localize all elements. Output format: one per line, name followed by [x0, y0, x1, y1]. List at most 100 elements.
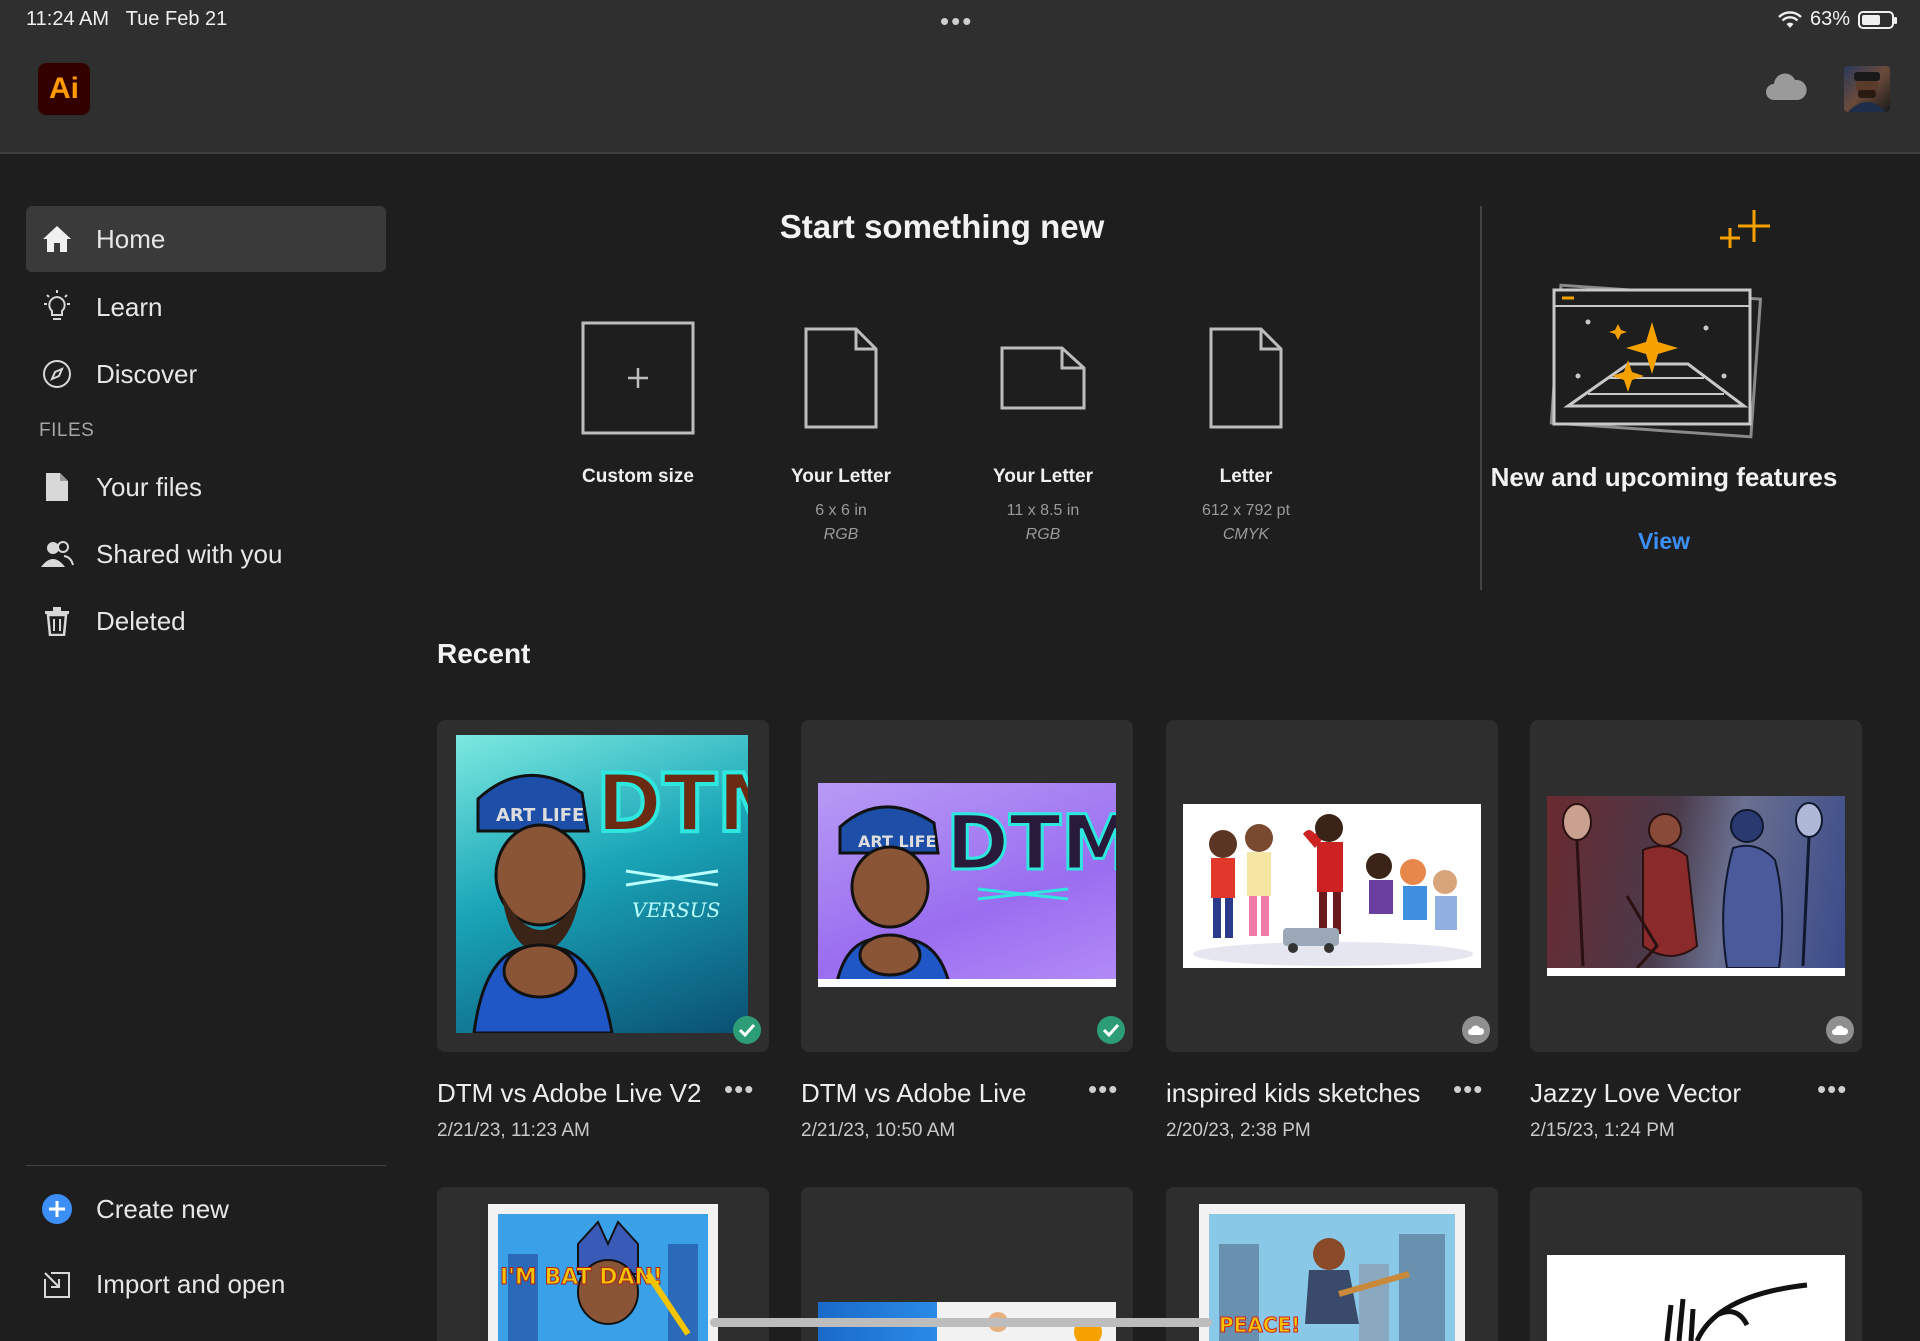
- artwork-thumbnail: [1547, 1255, 1845, 1341]
- multitasking-dots-icon[interactable]: •••: [940, 6, 973, 37]
- create-new-button[interactable]: Create new: [26, 1176, 386, 1242]
- recent-card-kids-sketches[interactable]: [1166, 720, 1498, 1052]
- home-icon: [40, 222, 74, 256]
- status-time: 11:24 AM Tue Feb 21: [26, 8, 227, 31]
- wifi-icon: [1778, 10, 1802, 28]
- home-indicator[interactable]: [710, 1318, 1212, 1327]
- sidebar-item-label: Home: [96, 223, 166, 254]
- recent-card-date: 2/15/23, 1:24 PM: [1530, 1120, 1675, 1141]
- card1-cap-text: ART LIFE: [496, 805, 584, 826]
- document-portrait-icon: [1151, 318, 1341, 438]
- import-icon: [40, 1267, 74, 1301]
- status-right: 63%: [1778, 8, 1897, 31]
- recent-card-dtm-v2[interactable]: DTM VERSUS ART LIFE: [437, 720, 769, 1052]
- preset-dimensions: 6 x 6 in: [815, 502, 867, 519]
- document-portrait-icon: [746, 318, 936, 438]
- recent-title: Recent: [437, 638, 531, 669]
- sidebar-item-label: Create new: [96, 1193, 229, 1224]
- card1-sub-text: VERSUS: [632, 898, 720, 922]
- battery-level: [1862, 14, 1880, 25]
- recent-card-dtm[interactable]: DTM ART LIFE: [801, 720, 1133, 1052]
- section-divider: [1480, 206, 1482, 590]
- features-illustration: [1549, 210, 1770, 439]
- recent-card-title[interactable]: inspired kids sketches: [1166, 1078, 1420, 1109]
- people-icon: [40, 537, 74, 571]
- synced-badge-icon: [733, 1016, 761, 1044]
- sidebar-item-label: Import and open: [96, 1268, 286, 1299]
- recent-card-date: 2/20/23, 2:38 PM: [1166, 1120, 1311, 1141]
- preset-name: Your Letter: [993, 466, 1093, 487]
- card1-logo-text: DTM: [596, 757, 748, 850]
- sidebar-item-deleted[interactable]: Deleted: [26, 588, 386, 654]
- artwork-thumbnail: PEACE!: [1199, 1204, 1465, 1341]
- battery-icon: [1858, 10, 1897, 29]
- custom-size-thumbnail: [543, 318, 733, 438]
- preset-custom-size[interactable]: Custom size: [543, 318, 733, 488]
- cloud-icon[interactable]: [1764, 70, 1808, 104]
- recent-card-title[interactable]: Jazzy Love Vector: [1530, 1078, 1741, 1109]
- preset-name: Letter: [1219, 466, 1273, 487]
- sidebar-item-discover[interactable]: Discover: [26, 341, 386, 407]
- preset-your-letter-11x8[interactable]: Your Letter 11 x 8.5 in RGB: [948, 318, 1138, 544]
- compass-icon: [40, 357, 74, 391]
- card5-text: I'M BAT DAN!: [500, 1265, 663, 1290]
- more-options-icon[interactable]: •••: [724, 1074, 754, 1105]
- sidebar-item-label: Shared with you: [96, 538, 283, 569]
- recent-card-title[interactable]: DTM vs Adobe Live V2: [437, 1078, 701, 1109]
- start-title: Start something new: [779, 208, 1105, 245]
- more-options-icon[interactable]: •••: [1453, 1074, 1483, 1105]
- sidebar-item-shared[interactable]: Shared with you: [26, 521, 386, 587]
- date: Tue Feb 21: [125, 8, 228, 30]
- preset-letter[interactable]: Letter 612 x 792 pt CMYK: [1151, 318, 1341, 544]
- recent-card-row2-4[interactable]: [1530, 1187, 1862, 1341]
- preset-name: Your Letter: [791, 466, 891, 487]
- preset-dimensions: 612 x 792 pt: [1201, 502, 1291, 519]
- import-open-button[interactable]: Import and open: [26, 1251, 386, 1317]
- artwork-thumbnail: DTM VERSUS ART LIFE: [456, 735, 748, 1033]
- sidebar-item-home[interactable]: Home: [26, 206, 386, 272]
- features-title: New and upcoming features: [1490, 462, 1838, 492]
- preset-your-letter-6x6[interactable]: Your Letter 6 x 6 in RGB: [746, 318, 936, 544]
- artwork-thumbnail: DTM ART LIFE: [818, 783, 1116, 987]
- recent-card-date: 2/21/23, 11:23 AM: [437, 1120, 590, 1141]
- recent-card-date: 2/21/23, 10:50 AM: [801, 1120, 956, 1141]
- clock: 11:24 AM: [26, 8, 110, 30]
- sidebar: Home Learn Discover FILES Your files Sha…: [0, 156, 410, 1341]
- sidebar-item-learn[interactable]: Learn: [26, 274, 386, 340]
- recent-card-jazzy-love[interactable]: [1530, 720, 1862, 1052]
- features-view-link[interactable]: View: [1600, 528, 1728, 555]
- preset-dimensions: 11 x 8.5 in: [1006, 502, 1080, 519]
- plus-circle-icon: [40, 1192, 74, 1226]
- artwork-thumbnail: I'M BAT DAN!: [488, 1204, 718, 1341]
- sidebar-divider: [26, 1165, 386, 1166]
- trash-icon: [40, 604, 74, 638]
- preset-color-mode: CMYK: [1222, 526, 1270, 543]
- lightbulb-icon: [40, 290, 74, 324]
- sidebar-item-your-files[interactable]: Your files: [26, 454, 386, 520]
- document-landscape-icon: [948, 318, 1138, 438]
- files-heading: FILES: [39, 420, 95, 441]
- top-bar: 11:24 AM Tue Feb 21 ••• 63% Ai: [0, 0, 1920, 154]
- artwork-thumbnail: [1547, 796, 1845, 976]
- preset-color-mode: RGB: [1025, 526, 1061, 543]
- illustrator-logo[interactable]: Ai: [38, 63, 90, 115]
- cloud-status-icon: [1462, 1016, 1490, 1044]
- synced-badge-icon: [1097, 1016, 1125, 1044]
- more-options-icon[interactable]: •••: [1088, 1074, 1118, 1105]
- artwork-thumbnail: [1183, 804, 1481, 968]
- recent-card-title[interactable]: DTM vs Adobe Live: [801, 1078, 1026, 1109]
- file-icon: [40, 470, 74, 504]
- avatar[interactable]: [1844, 66, 1890, 112]
- card7-text: PEACE!: [1219, 1313, 1300, 1337]
- sidebar-item-label: Your files: [96, 471, 202, 502]
- card2-logo-text: DTM: [946, 798, 1116, 887]
- preset-color-mode: RGB: [823, 526, 859, 543]
- cloud-status-icon: [1826, 1016, 1854, 1044]
- recent-card-row2-3[interactable]: PEACE!: [1166, 1187, 1498, 1341]
- sidebar-item-label: Deleted: [96, 605, 186, 636]
- battery-percent: 63%: [1809, 8, 1850, 30]
- sidebar-item-label: Learn: [96, 291, 163, 322]
- sidebar-item-label: Discover: [96, 358, 198, 389]
- more-options-icon[interactable]: •••: [1817, 1074, 1847, 1105]
- preset-name: Custom size: [582, 466, 694, 487]
